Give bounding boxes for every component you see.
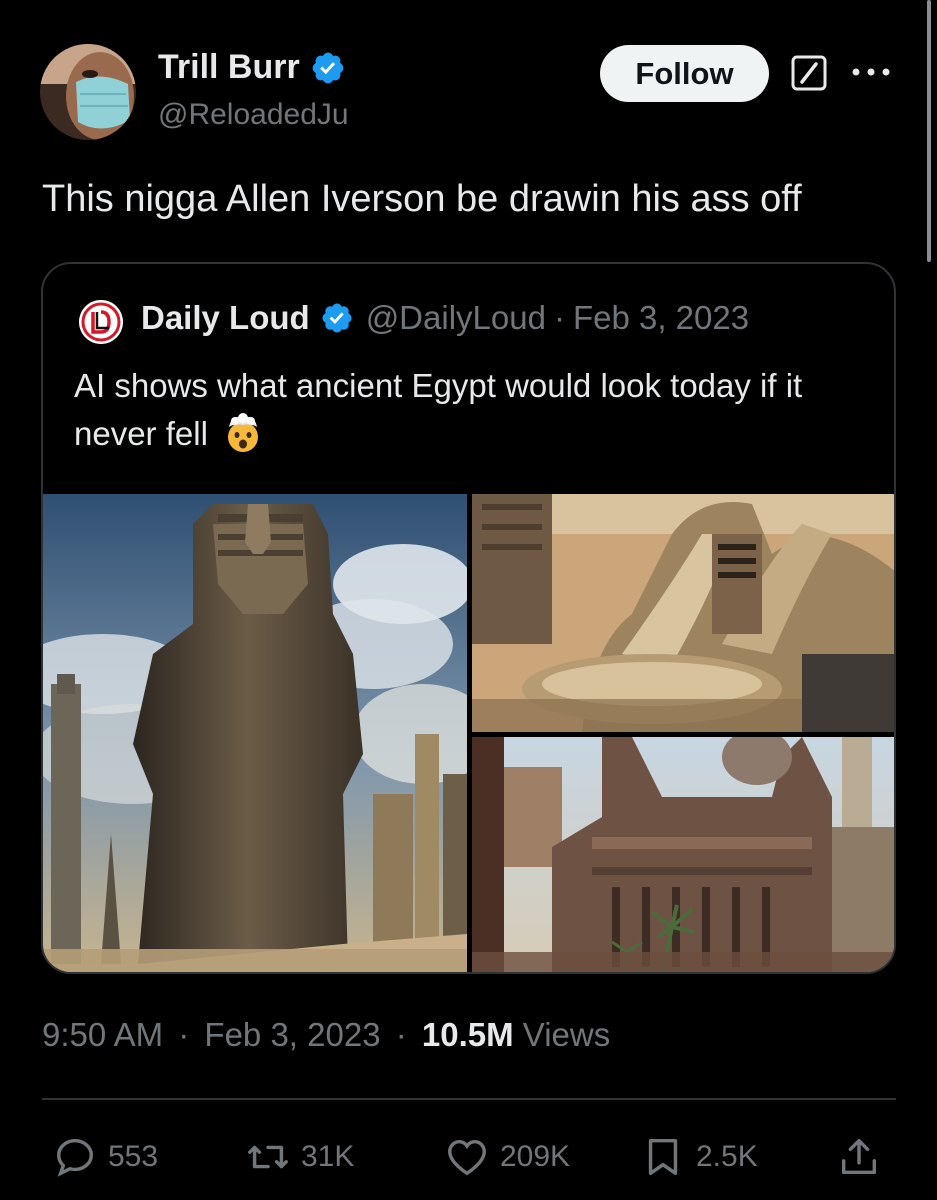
tweet-metadata: 9:50 AM · Feb 3, 2023 · 10.5M Views <box>42 1016 610 1054</box>
verified-badge-icon <box>322 303 352 333</box>
quoted-author-handle[interactable]: @DailyLoud <box>366 299 546 337</box>
author-name-text[interactable]: Trill Burr <box>158 48 300 87</box>
egyptian-temple-city-image[interactable] <box>472 737 894 972</box>
author-avatar[interactable] <box>40 44 136 140</box>
quoted-author-avatar[interactable] <box>79 300 123 344</box>
heart-icon <box>448 1139 486 1176</box>
follow-button[interactable]: Follow <box>600 45 769 102</box>
reply-count: 553 <box>108 1140 159 1173</box>
views-count[interactable]: 10.5M <box>422 1016 514 1053</box>
bookmark-count: 2.5K <box>696 1140 758 1173</box>
share-icon <box>841 1138 877 1175</box>
divider <box>42 1098 896 1100</box>
retweet-button[interactable]: 31K <box>245 1134 354 1180</box>
quoted-media-grid <box>43 494 894 972</box>
separator: · <box>178 1016 190 1053</box>
separator: · <box>553 299 565 336</box>
retweet-icon <box>248 1145 288 1169</box>
quoted-tweet-text: AI shows what ancient Egypt would look t… <box>74 362 864 458</box>
more-options-icon[interactable] <box>848 62 894 82</box>
quoted-author-name[interactable]: Daily Loud <box>141 299 310 337</box>
timestamp-date[interactable]: Feb 3, 2023 <box>204 1016 380 1053</box>
scrollbar[interactable] <box>927 0 931 262</box>
reply-icon <box>56 1138 94 1177</box>
bookmark-button[interactable]: 2.5K <box>640 1134 758 1180</box>
share-button[interactable] <box>836 1134 882 1180</box>
separator: · <box>395 1016 407 1053</box>
like-button[interactable]: 209K <box>444 1134 570 1180</box>
exploding-head-emoji <box>228 413 259 452</box>
reply-button[interactable]: 553 <box>52 1134 158 1180</box>
timestamp-time[interactable]: 9:50 AM <box>42 1016 163 1053</box>
pharaoh-statue-city-image[interactable] <box>43 494 467 972</box>
quoted-tweet-date[interactable]: Feb 3, 2023 <box>573 299 749 337</box>
quoted-tweet-text-content: AI shows what ancient Egypt would look t… <box>74 367 803 452</box>
author-name[interactable]: Trill Burr <box>158 48 346 87</box>
grok-icon[interactable] <box>791 55 827 91</box>
bookmark-icon <box>648 1138 678 1176</box>
like-count: 209K <box>500 1140 571 1173</box>
egyptian-futuristic-building-image[interactable] <box>472 494 894 732</box>
verified-badge-icon <box>312 52 344 83</box>
quoted-tweet-header: Daily Loud @DailyLoud · Feb 3, 2023 <box>141 299 749 337</box>
views-label: Views <box>522 1016 611 1053</box>
tweet-text: This nigga Allen Iverson be drawin his a… <box>42 178 802 220</box>
retweet-count: 31K <box>301 1140 355 1173</box>
quoted-tweet-card[interactable]: Daily Loud @DailyLoud · Feb 3, 2023 AI s… <box>41 262 896 974</box>
author-handle[interactable]: @ReloadedJu <box>158 98 349 132</box>
